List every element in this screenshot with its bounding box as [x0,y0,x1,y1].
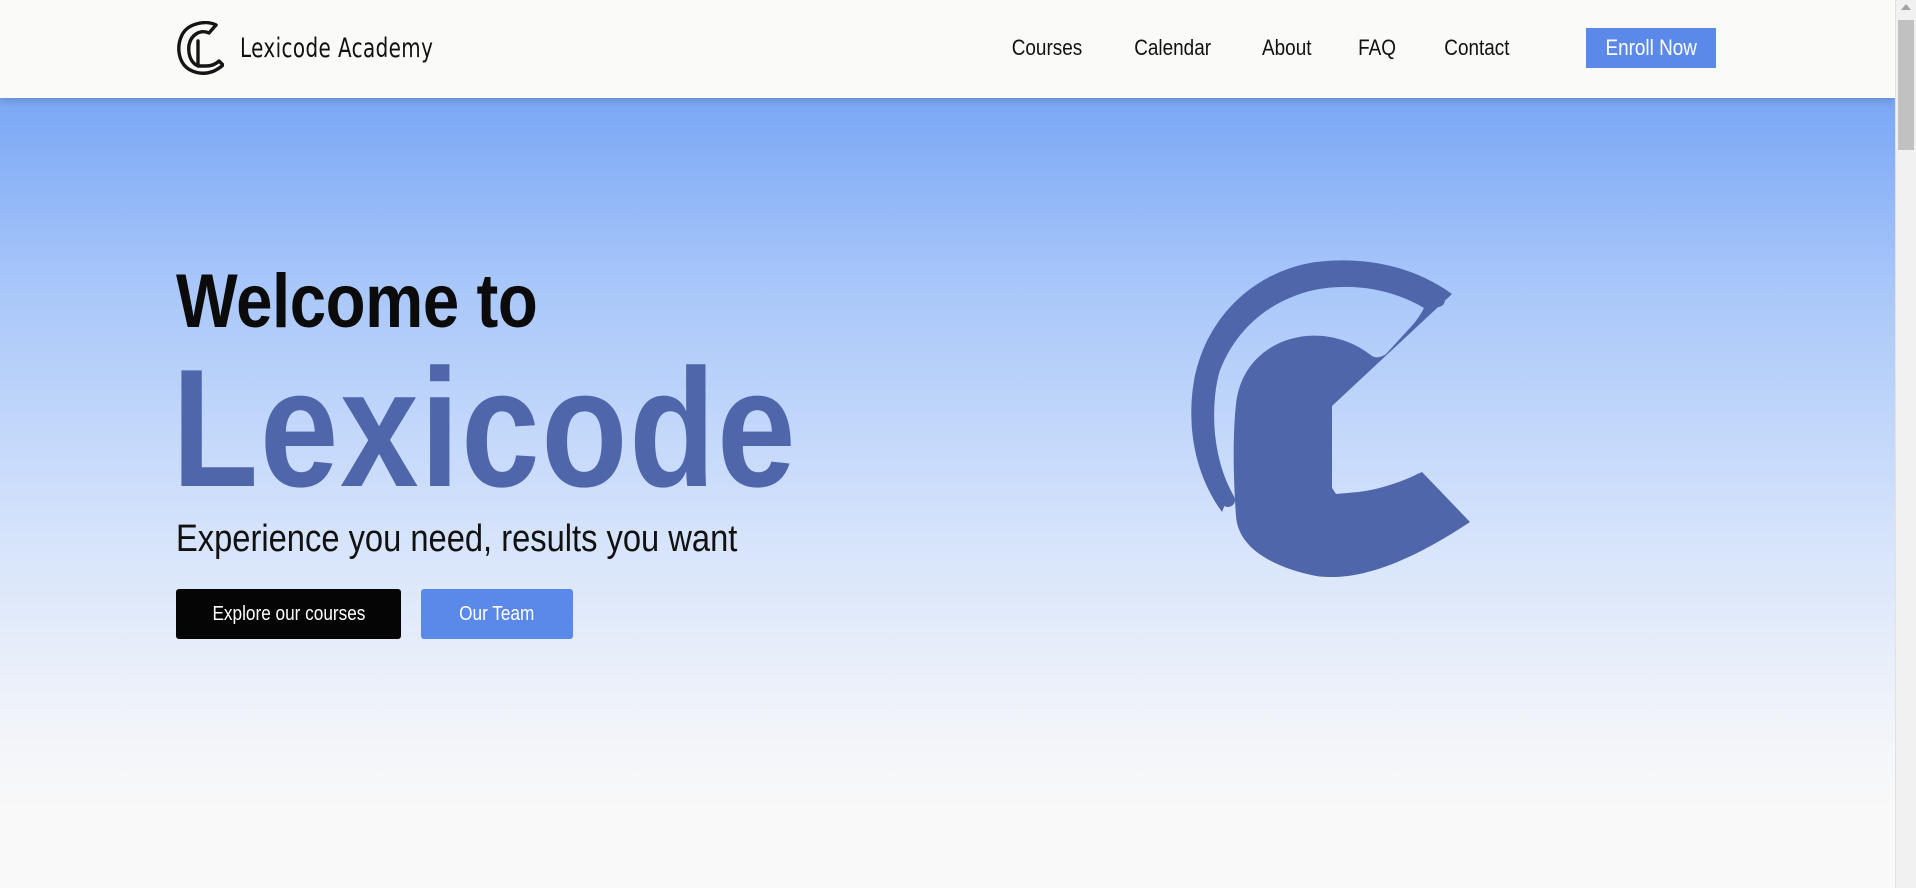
explore-courses-button[interactable]: Explore our courses [176,589,401,639]
nav-link-courses[interactable]: Courses [1012,35,1082,61]
main-nav: Courses Calendar About FAQ Contact [1006,28,1515,68]
our-team-button[interactable]: Our Team [421,589,573,639]
nav-link-faq[interactable]: FAQ [1358,35,1396,61]
nav-link-about[interactable]: About [1262,35,1311,61]
nav-link-calendar[interactable]: Calendar [1135,35,1212,61]
nav-link-contact[interactable]: Contact [1444,35,1509,61]
scroll-thumb[interactable] [1898,20,1914,150]
hero-welcome-heading: Welcome to [176,259,538,344]
hero-title: Lexicode [172,334,798,522]
our-team-label: Our Team [459,602,535,625]
enroll-now-button[interactable]: Enroll Now [1586,28,1716,68]
lexicode-logo-icon [177,21,224,75]
explore-courses-label: Explore our courses [212,602,365,625]
hero-logo-icon [1191,260,1470,578]
brand[interactable]: Lexicode Academy [176,20,476,76]
page-scrollbar[interactable] [1895,0,1916,888]
site-header: Lexicode Academy Courses Calendar About … [0,0,1895,98]
browser-viewport: Lexicode Academy Courses Calendar About … [0,0,1895,888]
hero-section: Welcome to Lexicode Experience you need,… [0,98,1895,888]
scroll-up-arrow-icon[interactable] [1901,4,1911,10]
enroll-now-label: Enroll Now [1605,35,1697,60]
hero-tagline: Experience you need, results you want [176,518,738,560]
brand-name: Lexicode Academy [240,32,434,64]
